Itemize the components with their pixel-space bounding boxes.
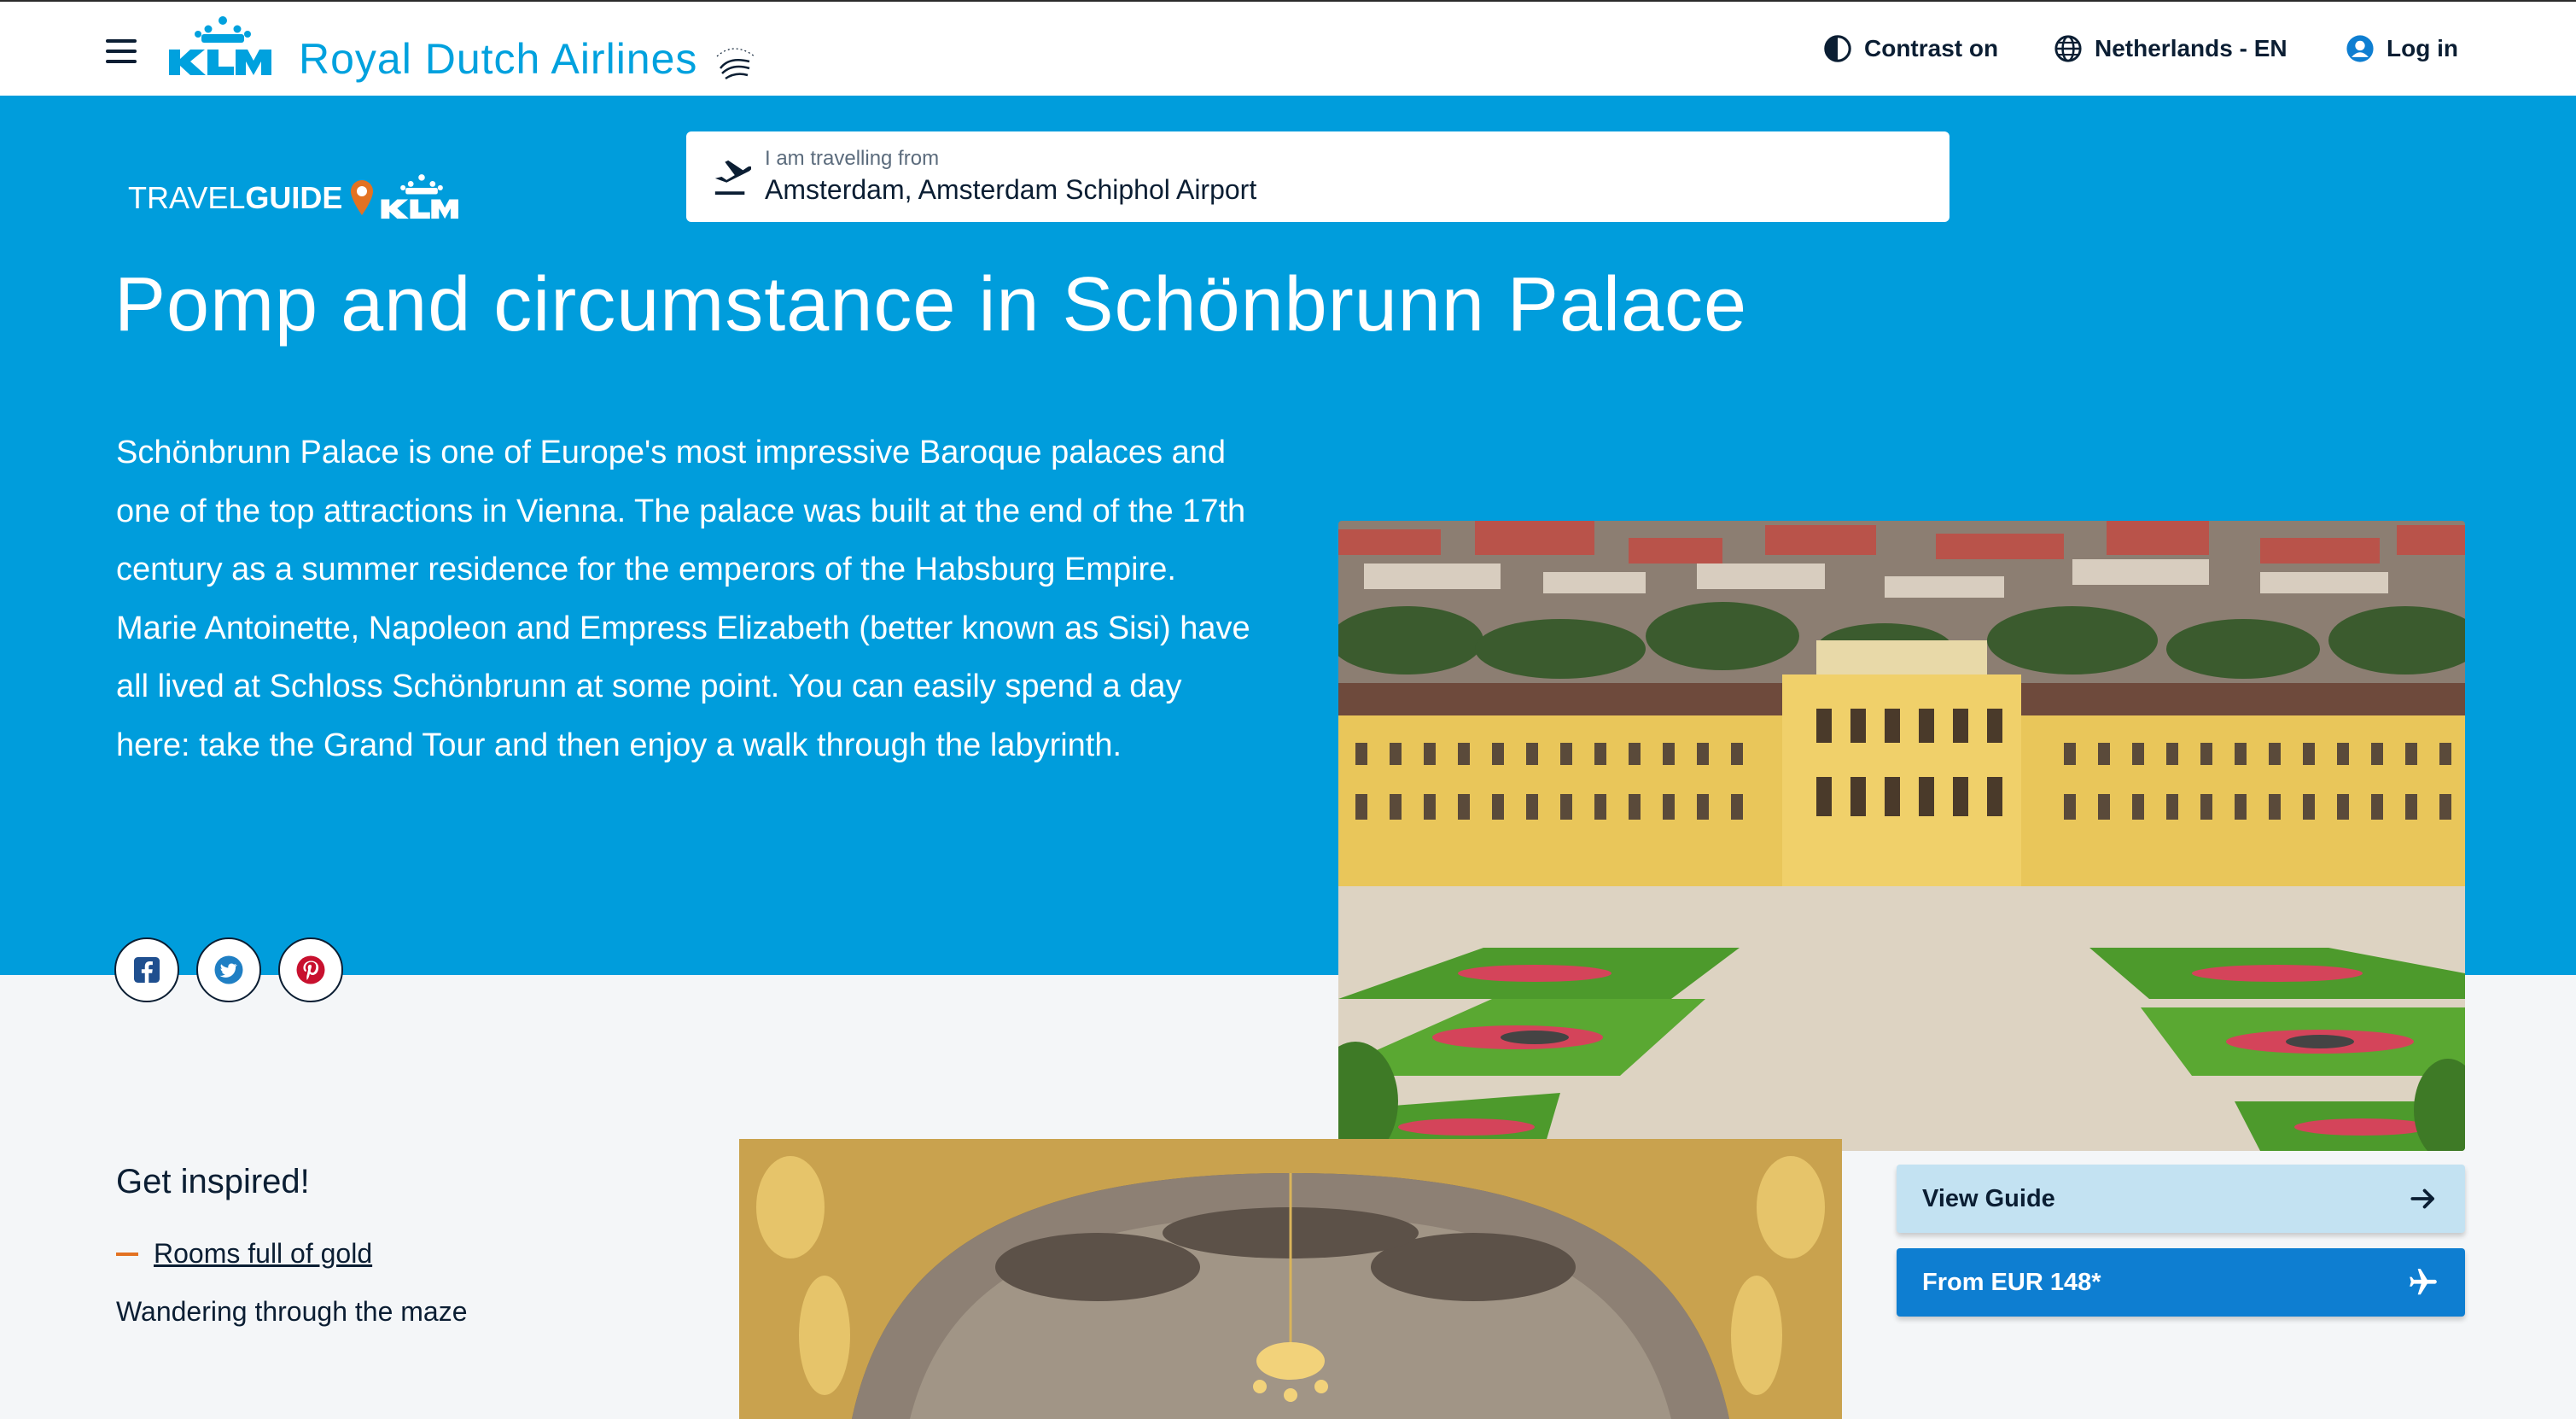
share-twitter-button[interactable] (196, 937, 261, 1002)
contrast-toggle[interactable]: Contrast on (1823, 34, 1998, 63)
fare-label: From EUR 148* (1922, 1268, 2101, 1296)
airplane-icon (2410, 1269, 2437, 1295)
travelguide-label-bold: GUIDE (245, 180, 343, 215)
facebook-icon (134, 957, 160, 983)
region-selector[interactable]: Netherlands - EN (2054, 34, 2288, 63)
get-inspired-heading: Get inspired! (116, 1163, 310, 1200)
menu-icon[interactable] (106, 39, 137, 63)
contrast-icon (1824, 35, 1851, 62)
search-field-label: I am travelling from (765, 147, 940, 170)
location-pin-icon (351, 180, 374, 215)
view-guide-label: View Guide (1922, 1184, 2055, 1212)
arrow-right-icon (2410, 1188, 2434, 1209)
page-title: Pomp and circumstance in Schönbrunn Pala… (114, 262, 1748, 347)
twitter-icon (214, 955, 243, 984)
skyteam-alliance-logo (712, 43, 758, 89)
brand-name: Royal Dutch Airlines (299, 35, 698, 83)
share-facebook-button[interactable] (114, 937, 179, 1002)
book-flight-button[interactable]: From EUR 148* (1897, 1248, 2465, 1317)
share-pinterest-button[interactable] (278, 937, 343, 1002)
search-field-value: Amsterdam, Amsterdam Schiphol Airport (765, 174, 1257, 205)
globe-icon (2054, 35, 2082, 62)
travelguide-logo[interactable]: TRAVEL GUIDE (128, 164, 463, 232)
contrast-label: Contrast on (1864, 35, 1999, 61)
departure-search-field[interactable]: I am travelling from Amsterdam, Amsterda… (686, 131, 1949, 222)
schonbrunn-palace-image (1338, 521, 2465, 1151)
top-navigation-bar: Royal Dutch Airlines Contrast on Netherl… (0, 0, 2576, 96)
region-label: Netherlands - EN (2095, 35, 2288, 61)
login-button[interactable]: Log in (2346, 34, 2458, 63)
hero-section: TRAVEL GUIDE I am travelling from Amsterd… (0, 96, 2576, 1151)
inspire-link-rooms-full-of-gold[interactable]: Rooms full of gold (154, 1238, 372, 1270)
login-label: Log in (2387, 35, 2458, 61)
klm-logo-white (381, 174, 459, 219)
pinterest-icon (296, 955, 325, 984)
active-item-marker (116, 1252, 138, 1256)
departure-plane-icon (714, 160, 751, 196)
inspire-link-wandering-through-the-maze[interactable]: Wandering through the maze (116, 1296, 468, 1328)
klm-logo[interactable] (167, 14, 278, 82)
article-intro: Schönbrunn Palace is one of Europe's mos… (116, 435, 1250, 763)
user-account-icon (2346, 35, 2374, 62)
travelguide-label-light: TRAVEL (128, 180, 246, 215)
golden-room-image (739, 1139, 1842, 1419)
inspire-item-active[interactable]: Rooms full of gold (116, 1238, 372, 1270)
view-guide-button[interactable]: View Guide (1897, 1165, 2465, 1233)
